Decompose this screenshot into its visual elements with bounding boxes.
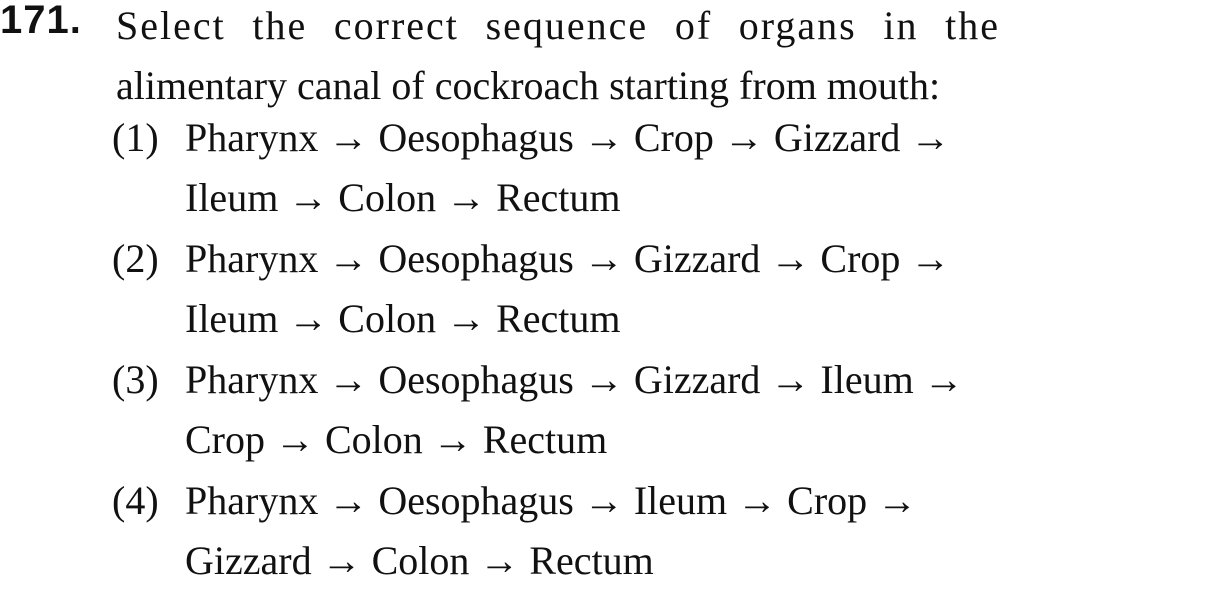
option-label: (3) — [112, 357, 159, 402]
option-4[interactable]: (4) Pharynx → Oesophagus → Ileum → Crop … — [112, 471, 1012, 592]
option-text-line-1: Pharynx → Oesophagus → Crop → Gizzard → — [185, 115, 951, 160]
option-text-line-2: Crop → Colon → Rectum — [185, 417, 608, 462]
option-text: Pharynx → Oesophagus → Gizzard → Ileum →… — [185, 350, 1002, 470]
option-text-line-1: Pharynx → Oesophagus → Gizzard → Ileum → — [185, 357, 964, 402]
option-text-line-1: Pharynx → Oesophagus → Ileum → Crop → — [185, 478, 918, 523]
option-1[interactable]: (1) Pharynx → Oesophagus → Crop → Gizzar… — [112, 108, 1012, 229]
question-stem-line-1: Select the correct sequence of organs in… — [116, 3, 1000, 48]
option-text-line-1: Pharynx → Oesophagus → Gizzard → Crop → — [185, 236, 951, 281]
question-block: 171. Select the correct sequence of orga… — [0, 0, 1206, 583]
question-number: 171. — [0, 0, 82, 42]
options-list: (1) Pharynx → Oesophagus → Crop → Gizzar… — [112, 108, 1012, 592]
option-label: (4) — [112, 478, 159, 523]
option-text: Pharynx → Oesophagus → Ileum → Crop → Gi… — [185, 471, 1002, 591]
option-2[interactable]: (2) Pharynx → Oesophagus → Gizzard → Cro… — [112, 229, 1012, 350]
option-text: Pharynx → Oesophagus → Crop → Gizzard → … — [185, 108, 1002, 228]
option-text: Pharynx → Oesophagus → Gizzard → Crop → … — [185, 229, 1002, 349]
option-label: (2) — [112, 236, 159, 281]
option-text-line-2: Ileum → Colon → Rectum — [185, 296, 621, 341]
question-stem-line-2: alimentary canal of cockroach starting f… — [116, 63, 941, 108]
option-3[interactable]: (3) Pharynx → Oesophagus → Gizzard → Ile… — [112, 350, 1012, 471]
option-text-line-2: Gizzard → Colon → Rectum — [185, 538, 654, 583]
option-text-line-2: Ileum → Colon → Rectum — [185, 175, 621, 220]
option-label: (1) — [112, 115, 159, 160]
question-stem: Select the correct sequence of organs in… — [116, 0, 1000, 116]
